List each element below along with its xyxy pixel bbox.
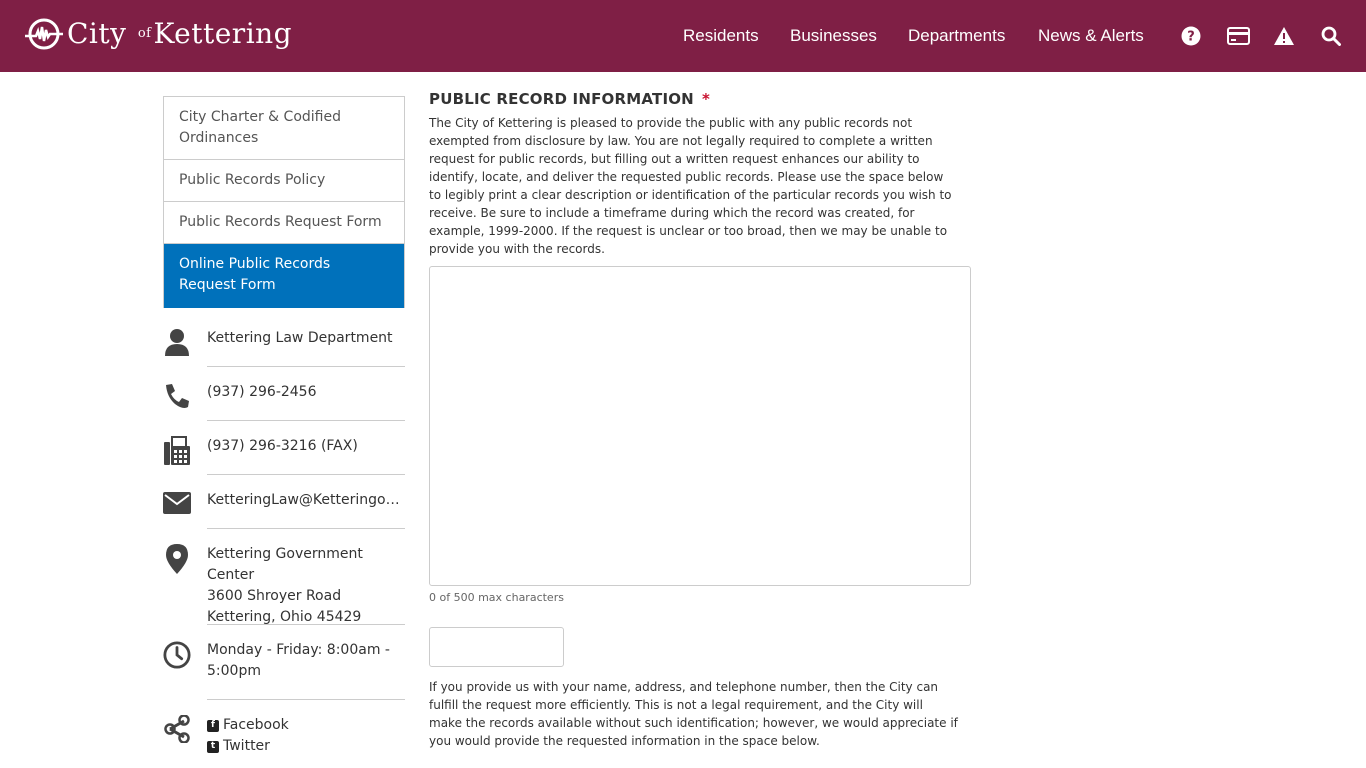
phone-icon bbox=[163, 382, 191, 410]
address-text: Kettering Government Center 3600 Shroyer… bbox=[207, 544, 405, 628]
clock-icon bbox=[163, 640, 191, 670]
twitter-link[interactable]: t Twitter bbox=[207, 736, 405, 757]
hours-text: Monday - Friday: 8:00am - 5:00pm bbox=[207, 640, 405, 682]
section-sidenav: City Charter & Codified Ordinances Publi… bbox=[163, 96, 405, 308]
twitter-icon: t bbox=[207, 740, 219, 753]
divider bbox=[207, 420, 405, 421]
logo-text: City ofKettering bbox=[67, 17, 293, 50]
section-title: PUBLIC RECORD INFORMATION * bbox=[429, 90, 710, 108]
logo-emblem-icon bbox=[25, 18, 63, 50]
phone-number[interactable]: (937) 296-2456 bbox=[207, 382, 405, 403]
envelope-icon bbox=[163, 492, 191, 514]
nav-residents[interactable]: Residents bbox=[683, 26, 759, 46]
email-link[interactable]: KetteringLaw@Ketteringoh.o... bbox=[207, 490, 405, 511]
sidenav-item-city-charter[interactable]: City Charter & Codified Ordinances bbox=[164, 97, 404, 160]
sidenav-item-online-request-form[interactable]: Online Public Records Request Form bbox=[164, 244, 404, 308]
section-description: The City of Kettering is pleased to prov… bbox=[429, 116, 952, 256]
address-line: Kettering Government Center bbox=[207, 546, 363, 583]
character-counter: 0 of 500 max characters bbox=[429, 591, 564, 604]
svg-text:?: ? bbox=[1187, 30, 1195, 45]
divider bbox=[207, 624, 405, 625]
share-icon bbox=[163, 715, 191, 743]
alert-icon[interactable] bbox=[1272, 24, 1296, 48]
person-icon bbox=[163, 328, 191, 356]
payment-card-icon[interactable] bbox=[1226, 24, 1250, 48]
hours-line: Monday - Friday: 8:00am - bbox=[207, 642, 390, 658]
nav-news-alerts[interactable]: News & Alerts bbox=[1038, 26, 1144, 46]
facebook-link[interactable]: f Facebook bbox=[207, 715, 405, 736]
location-pin-icon bbox=[163, 544, 191, 574]
fax-number: (937) 296-3216 (FAX) bbox=[207, 438, 358, 454]
twitter-label[interactable]: Twitter bbox=[223, 736, 270, 757]
fax-icon bbox=[163, 436, 191, 466]
required-indicator: * bbox=[701, 90, 710, 108]
divider bbox=[207, 699, 405, 700]
address-line: 3600 Shroyer Road bbox=[207, 588, 342, 604]
divider bbox=[207, 474, 405, 475]
facebook-icon: f bbox=[207, 719, 219, 732]
divider bbox=[207, 366, 405, 367]
identification-input[interactable] bbox=[429, 627, 564, 667]
record-description-textarea[interactable] bbox=[429, 266, 971, 586]
identification-note: If you provide us with your name, addres… bbox=[429, 680, 958, 748]
search-icon[interactable] bbox=[1319, 24, 1343, 48]
sidenav-item-public-records-request-form[interactable]: Public Records Request Form bbox=[164, 202, 404, 244]
help-icon[interactable]: ? bbox=[1179, 24, 1203, 48]
city-logo[interactable]: City ofKettering bbox=[25, 17, 292, 51]
hours-line: 5:00pm bbox=[207, 663, 261, 679]
form-section: PUBLIC RECORD INFORMATION * The City of K… bbox=[429, 90, 969, 258]
nav-departments[interactable]: Departments bbox=[908, 26, 1005, 46]
sidenav-item-public-records-policy[interactable]: Public Records Policy bbox=[164, 160, 404, 202]
site-header: City ofKettering Residents Businesses De… bbox=[0, 0, 1366, 72]
department-name[interactable]: Kettering Law Department bbox=[207, 328, 405, 349]
facebook-label[interactable]: Facebook bbox=[223, 715, 289, 736]
divider bbox=[207, 528, 405, 529]
social-links: f Facebook t Twitter bbox=[207, 715, 405, 757]
nav-businesses[interactable]: Businesses bbox=[790, 26, 877, 46]
